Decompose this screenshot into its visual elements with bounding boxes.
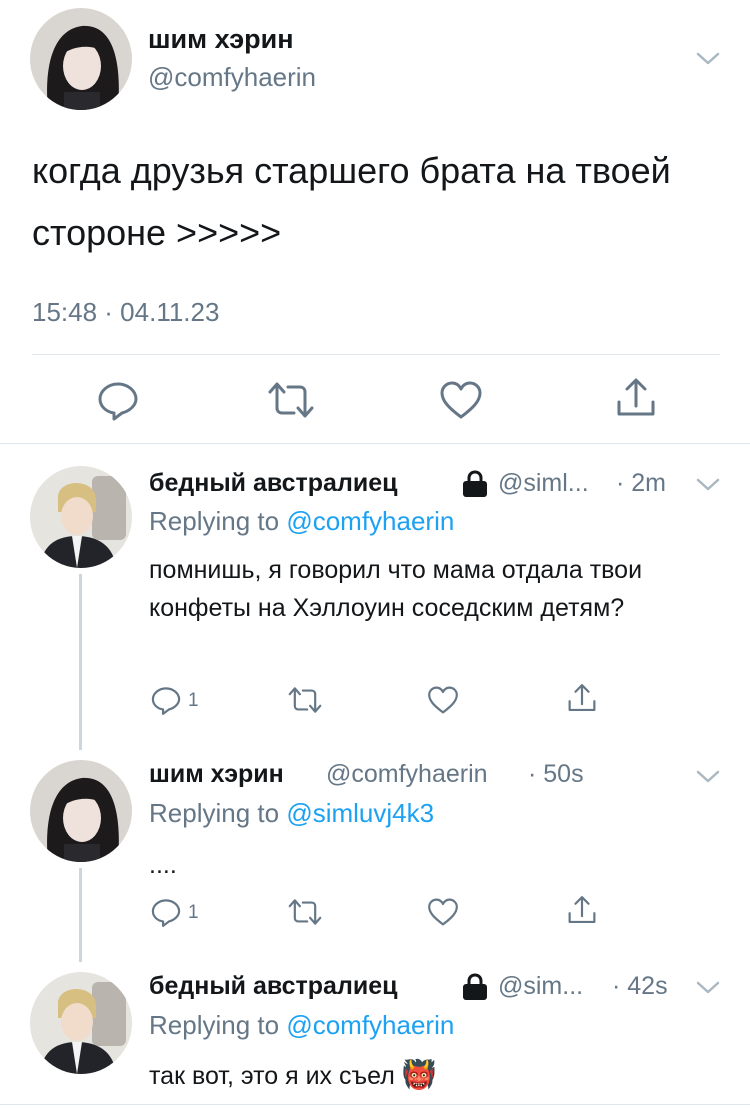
main-author-handle[interactable]: @comfyhaerin: [148, 62, 316, 93]
reply-author-name[interactable]: шим хэрин: [149, 760, 284, 789]
reply-author-name[interactable]: бедный австралиец: [149, 972, 397, 1001]
retweet-icon[interactable]: [286, 684, 324, 716]
reply-author-name[interactable]: бедный австралиец: [149, 469, 397, 498]
reply-time[interactable]: · 50s: [528, 760, 584, 789]
reply-avatar[interactable]: [30, 466, 132, 568]
main-avatar[interactable]: [30, 8, 132, 110]
chevron-down-icon[interactable]: [694, 472, 722, 496]
bottom-divider: [0, 1104, 750, 1105]
replying-to-link[interactable]: @comfyhaerin: [286, 1010, 454, 1040]
heart-icon[interactable]: [438, 378, 484, 422]
chevron-down-icon[interactable]: [694, 764, 722, 788]
reply-icon[interactable]: [150, 684, 182, 716]
reply-text: так вот, это я их съел: [149, 1062, 395, 1090]
heart-icon[interactable]: [426, 896, 460, 928]
reply-author-handle[interactable]: @comfyhaerin: [326, 760, 488, 789]
reply-text: помнишь, я говорил что мама отдала твои …: [149, 556, 643, 622]
replying-to-link[interactable]: @comfyhaerin: [286, 506, 454, 536]
chevron-down-icon[interactable]: [694, 975, 722, 999]
main-tweet-divider: [0, 443, 750, 444]
replying-to-line: Replying to @comfyhaerin: [149, 1010, 454, 1041]
share-icon[interactable]: [566, 894, 598, 928]
thread-line: [79, 868, 82, 962]
reply-text: ....: [149, 851, 177, 879]
replying-to-label: Replying to: [149, 506, 280, 536]
reply-author-handle[interactable]: @siml...: [498, 469, 589, 498]
main-tweet-text: когда друзья старшего брата на твоей сто…: [32, 150, 671, 253]
replying-to-line: Replying to @simluvj4k3: [149, 798, 434, 829]
more-options-button[interactable]: [694, 46, 722, 70]
replying-to-link[interactable]: @simluvj4k3: [286, 798, 434, 828]
replying-to-label: Replying to: [149, 798, 280, 828]
reply-avatar[interactable]: [30, 972, 132, 1074]
reply-author-handle[interactable]: @sim...: [498, 972, 583, 1001]
actions-divider: [32, 354, 720, 355]
share-icon[interactable]: [614, 376, 658, 422]
main-tweet-timestamp[interactable]: 15:48 · 04.11.23: [32, 297, 219, 328]
share-icon[interactable]: [566, 682, 598, 716]
lock-icon: [460, 973, 490, 1001]
reply-time[interactable]: · 42s: [612, 972, 668, 1001]
reply-text-line: так вот, это я их съел 👹: [149, 1056, 709, 1095]
reply-count: 1: [188, 690, 199, 711]
retweet-icon[interactable]: [286, 896, 324, 928]
ogre-emoji: 👹: [401, 1059, 437, 1090]
reply-count: 1: [188, 902, 199, 923]
replying-to-label: Replying to: [149, 1010, 280, 1040]
thread-line: [79, 574, 82, 750]
replying-to-line: Replying to @comfyhaerin: [149, 506, 454, 537]
lock-icon: [460, 470, 490, 498]
reply-avatar[interactable]: [30, 760, 132, 862]
heart-icon[interactable]: [426, 684, 460, 716]
reply-icon[interactable]: [150, 896, 182, 928]
reply-icon[interactable]: [96, 378, 140, 422]
retweet-icon[interactable]: [266, 378, 316, 422]
reply-time[interactable]: · 2m: [616, 469, 666, 498]
main-author-name[interactable]: шим хэрин: [148, 24, 294, 55]
